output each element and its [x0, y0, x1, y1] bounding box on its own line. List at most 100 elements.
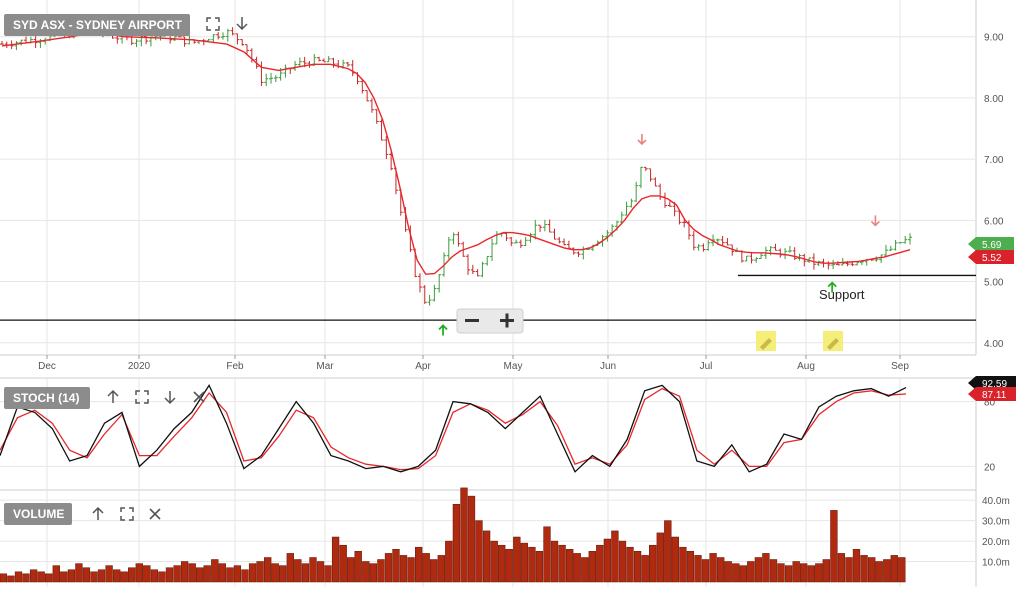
ohlc-bar	[293, 60, 298, 71]
price-pane: 4.00 5.00 6.00 7.00 8.00 9.00 Dec 2020 Feb Mar Ap…	[0, 0, 1014, 372]
volume-bar	[890, 555, 898, 583]
ohlc-bar	[216, 32, 221, 40]
volume-y-ticks: 10.0m 20.0m 30.0m 40.0m	[982, 496, 1010, 568]
price-x-tick-label: Aug	[797, 361, 815, 372]
pencil-icon[interactable]	[756, 331, 776, 351]
chart-root: 4.00 5.00 6.00 7.00 8.00 9.00 Dec 2020 Feb Mar Ap…	[0, 0, 1024, 587]
price-y-tick-label: 4.00	[984, 339, 1004, 350]
volume-bar	[407, 557, 415, 583]
ohlc-bar	[490, 238, 495, 262]
price-y-tick-label: 6.00	[984, 216, 1004, 227]
volume-bar	[792, 561, 800, 583]
volume-bar	[241, 569, 249, 583]
volume-bar	[188, 563, 196, 583]
ma-value: 5.52	[982, 253, 1002, 264]
price-y-tick-label: 5.00	[984, 278, 1004, 289]
volume-bar	[822, 559, 830, 583]
fullscreen-icon[interactable]	[120, 507, 134, 521]
pencil-icon[interactable]	[823, 331, 843, 351]
volume-bar	[528, 546, 536, 583]
ohlc-bar	[331, 57, 336, 68]
volume-bar	[467, 495, 476, 583]
volume-bar	[173, 565, 181, 583]
volume-y-tick-label: 40.0m	[982, 496, 1010, 507]
ohlc-bar	[653, 177, 658, 187]
ohlc-bar	[883, 244, 888, 258]
close-icon[interactable]	[149, 508, 161, 520]
price-x-tick-label: Sep	[891, 361, 909, 372]
buy-signal-arrow-shape	[438, 324, 448, 336]
volume-bar	[271, 563, 279, 583]
ohlc-bar	[629, 198, 634, 208]
volume-bar	[0, 573, 8, 583]
buy-signal-arrow-icon	[438, 324, 448, 336]
ohlc-bar	[696, 243, 701, 251]
last-price-value: 5.69	[982, 240, 1002, 251]
volume-bar	[724, 561, 732, 583]
signal-markers	[438, 134, 880, 336]
zoom-out-icon[interactable]	[465, 319, 479, 322]
volume-bar	[754, 557, 763, 583]
ohlc-bar	[576, 251, 581, 257]
fullscreen-icon[interactable]	[206, 17, 220, 31]
ohlc-bar	[528, 232, 533, 243]
volume-bar	[180, 561, 189, 583]
volume-bar	[581, 557, 589, 583]
ohlc-bar	[374, 109, 379, 124]
volume-bar	[837, 553, 846, 583]
ohlc-bar	[658, 183, 663, 200]
volume-bar	[573, 553, 581, 583]
ohlc-bar	[235, 33, 240, 45]
ohlc-bar	[269, 72, 274, 84]
stoch-d-value: 87.11	[982, 390, 1007, 401]
volume-bar	[747, 561, 755, 583]
volume-bar	[769, 559, 778, 583]
volume-bar	[482, 530, 491, 583]
arrow-up-icon[interactable]	[92, 506, 104, 520]
ohlc-bar	[538, 224, 543, 232]
ohlc-bar	[542, 219, 547, 232]
volume-bar	[505, 549, 513, 583]
ohlc-bar	[245, 44, 250, 54]
ohlc-bar	[667, 201, 672, 207]
ohlc-bar	[494, 231, 499, 245]
ohlc-bar	[225, 28, 230, 42]
price-y-tick-label: 9.00	[984, 33, 1004, 44]
sell-signal-arrow-shape	[637, 134, 647, 146]
ohlc-bar	[220, 32, 225, 40]
ohlc-bar	[523, 236, 528, 246]
volume-bar	[490, 540, 498, 583]
ohlc-bar	[206, 38, 211, 42]
volume-bar	[14, 571, 23, 583]
volume-bar	[143, 565, 151, 583]
ohlc-bar	[634, 181, 639, 203]
volume-bar	[860, 555, 868, 583]
volume-bar	[29, 569, 38, 583]
ohlc-bar	[643, 166, 648, 172]
support-label: Support	[819, 287, 865, 302]
volume-bar	[22, 573, 30, 583]
volume-bar	[324, 565, 332, 583]
volume-bar	[664, 520, 672, 583]
volume-bar	[286, 553, 294, 583]
volume-bar	[128, 567, 136, 583]
ohlc-bar	[831, 259, 836, 270]
stoch-y-tick-label: 20	[984, 462, 996, 473]
price-x-tick-label: Jun	[600, 361, 616, 372]
ohlc-bar	[504, 232, 509, 241]
volume-bar	[331, 536, 340, 583]
arrow-down-icon[interactable]	[236, 17, 248, 31]
ohlc-bar	[903, 236, 908, 244]
ohlc-bar	[778, 248, 783, 258]
ohlc-bar	[662, 192, 667, 208]
volume-bar	[135, 563, 143, 583]
volume-bar	[701, 559, 710, 583]
volume-bar	[354, 551, 362, 583]
ohlc-bar	[571, 247, 576, 255]
ohlc-bar	[514, 239, 519, 244]
sell-signal-arrow-icon	[637, 134, 647, 146]
stoch-pane: 2080 STOCH (14) 92.59 87.11	[0, 376, 1016, 491]
volume-y-tick-label: 10.0m	[982, 558, 1010, 569]
price-x-tick-label: 2020	[128, 361, 151, 372]
volume-bar	[883, 559, 891, 583]
